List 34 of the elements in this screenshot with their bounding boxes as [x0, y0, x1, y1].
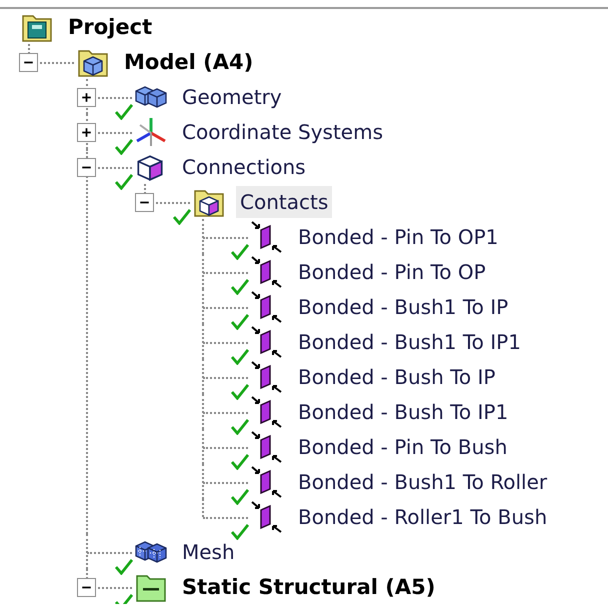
tree-item[interactable]: Bonded - Bush To IP	[294, 360, 500, 392]
expand-toggle[interactable]	[77, 88, 96, 106]
tree-item[interactable]: Mesh	[178, 536, 239, 568]
contact-plates-icon	[250, 500, 284, 534]
plus-icon	[81, 126, 92, 138]
tree-item[interactable]: Connections	[178, 150, 310, 182]
tree-item[interactable]: Bonded - Bush1 To IP1	[294, 326, 525, 358]
tree-item[interactable]: Bonded - Bush1 To IP	[294, 290, 512, 322]
collapse-toggle[interactable]	[77, 578, 96, 596]
tree-item[interactable]: Bonded - Bush1 To Roller	[294, 466, 552, 498]
tree-item[interactable]: Bonded - Bush To IP1	[294, 396, 512, 428]
expand-toggle[interactable]	[77, 122, 96, 142]
tree-item[interactable]: Bonded - Pin To OP	[294, 256, 490, 288]
contact-plates-icon	[250, 430, 284, 464]
collapse-toggle[interactable]	[19, 52, 38, 72]
contact-plates-icon	[250, 220, 284, 254]
tree-item[interactable]: Project	[64, 10, 156, 42]
tree-item[interactable]: Bonded - Pin To OP1	[294, 220, 502, 252]
tree-item[interactable]: Model (A4)	[120, 46, 258, 78]
tree-item[interactable]: Static Structural (A5)	[178, 570, 440, 602]
tree-item[interactable]: Bonded - Roller1 To Bush	[294, 500, 552, 532]
contact-plates-icon	[250, 290, 284, 324]
contact-plates-icon	[250, 394, 284, 428]
collapse-toggle[interactable]	[135, 192, 154, 212]
tree-item[interactable]: Bonded - Pin To Bush	[294, 430, 512, 462]
contact-plates-icon	[250, 360, 284, 394]
contact-plates-icon	[250, 324, 284, 358]
tree-item[interactable]: Coordinate Systems	[178, 116, 387, 148]
collapse-toggle[interactable]	[77, 158, 96, 176]
contact-plates-icon	[250, 464, 284, 498]
tree-item[interactable]: Contacts	[236, 186, 332, 218]
tree-item[interactable]: Geometry	[178, 80, 286, 112]
contact-plates-icon	[250, 254, 284, 288]
plus-icon	[81, 92, 92, 102]
